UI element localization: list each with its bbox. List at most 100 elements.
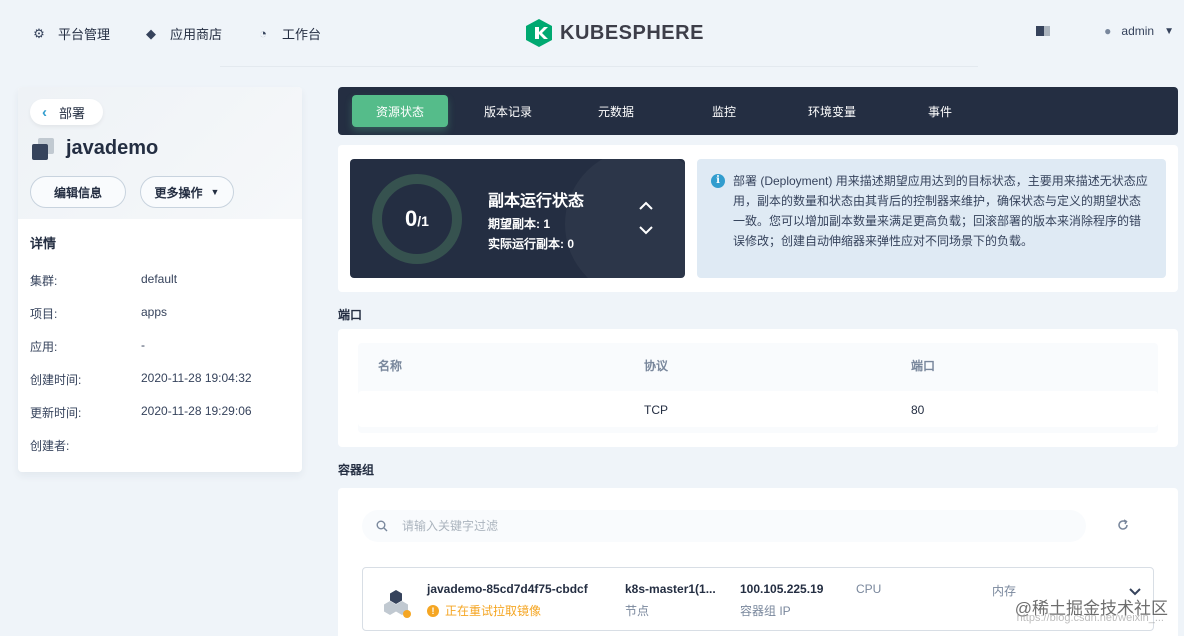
table-row: TCP 80 <box>358 391 1158 427</box>
pod-search-bar <box>362 510 1086 542</box>
user-menu[interactable]: ● admin ▼ <box>1104 24 1174 38</box>
detail-key: 创建者: <box>30 439 70 453</box>
detail-value: 2020-11-28 19:04:32 <box>141 371 252 385</box>
resource-name: javademo <box>66 137 159 159</box>
pod-icon <box>384 590 411 618</box>
detail-key: 创建时间: <box>30 373 82 387</box>
back-button-label: 部署 <box>59 105 86 121</box>
pod-status: ! 正在重试拉取镜像 <box>427 602 541 619</box>
back-button[interactable]: ‹ 部署 <box>30 99 104 125</box>
deployment-info-box: i 部署 (Deployment) 用来描述期望应用达到的目标状态，主要用来描述… <box>697 159 1166 278</box>
pod-node-label: 节点 <box>625 604 650 618</box>
detail-row-cluster: 集群: default <box>30 272 177 289</box>
detail-value[interactable]: apps <box>141 305 167 322</box>
pod-ip: 100.105.225.19 容器组 IP <box>740 582 823 619</box>
replica-ring: 0 /1 <box>372 174 462 264</box>
detail-value: - <box>141 338 145 352</box>
detail-value: default <box>141 272 178 286</box>
tab-events[interactable]: 事件 <box>892 95 988 127</box>
warning-icon: ! <box>427 604 439 617</box>
nav-platform-management[interactable]: ⚙ 平台管理 <box>32 24 110 43</box>
deployment-icon <box>32 137 54 160</box>
ports-header-port: 端口 <box>911 359 936 373</box>
edit-info-label: 编辑信息 <box>53 185 102 200</box>
ports-table: 名称 协议 端口 TCP 80 <box>358 343 1158 433</box>
ports-header-protocol: 协议 <box>644 359 669 373</box>
replica-title: 副本运行状态 <box>488 193 585 210</box>
refresh-icon[interactable] <box>1116 518 1130 532</box>
pod-search-input[interactable] <box>402 519 1002 533</box>
replica-status-panel: 0 /1 副本运行状态 期望副本: 1 实际运行副本: 0 <box>350 159 685 278</box>
port-number: 80 <box>911 403 925 417</box>
details-title: 详情 <box>30 236 57 251</box>
more-actions-button[interactable]: 更多操作 ▼ <box>140 176 234 208</box>
header-divider <box>220 66 978 67</box>
decor-circle <box>565 159 685 278</box>
port-protocol: TCP <box>644 403 668 417</box>
chevron-up-icon[interactable] <box>638 201 654 211</box>
tab-revision-history[interactable]: 版本记录 <box>460 95 556 127</box>
watermark-url: https://blog.csdn.net/weixin_... <box>1016 612 1164 624</box>
tab-resource-status[interactable]: 资源状态 <box>352 95 448 127</box>
nav-platform-management-label: 平台管理 <box>58 27 111 42</box>
more-actions-label: 更多操作 <box>154 185 203 200</box>
pod-name[interactable]: javademo-85cd7d4f75-cbdcf <box>427 582 588 596</box>
kubesphere-logo-icon <box>526 19 552 47</box>
deployment-info-text: 部署 (Deployment) 用来描述期望应用达到的目标状态，主要用来描述无状… <box>733 174 1148 248</box>
gear-icon: ⚙ <box>33 25 45 41</box>
search-icon <box>376 520 388 532</box>
detail-value: 2020-11-28 19:29:06 <box>141 404 252 418</box>
detail-tabs: 资源状态 版本记录 元数据 监控 环境变量 事件 <box>338 87 1178 135</box>
pod-memory: 内存 <box>992 582 1016 599</box>
nav-workbench-label: 工作台 <box>282 27 322 42</box>
tab-environment-variables[interactable]: 环境变量 <box>784 95 880 127</box>
detail-key: 应用: <box>30 340 58 354</box>
edit-info-button[interactable]: 编辑信息 <box>30 176 126 208</box>
pod-ip-label: 容器组 IP <box>740 604 791 618</box>
caret-down-icon: ▼ <box>210 187 220 197</box>
nav-app-store[interactable]: ◆ 应用商店 <box>144 24 222 43</box>
pods-section-title: 容器组 <box>338 463 375 477</box>
pod-cpu-label: CPU <box>856 582 882 596</box>
nav-workbench[interactable]: ◔ 工作台 <box>256 24 321 43</box>
ports-card: 名称 协议 端口 TCP 80 <box>338 329 1178 447</box>
kubesphere-logo[interactable]: KUBESPHERE <box>526 19 704 47</box>
pod-memory-label: 内存 <box>992 584 1017 598</box>
info-icon: i <box>711 174 725 188</box>
replica-current: 0 <box>405 206 418 231</box>
pod-cpu: CPU <box>856 582 881 596</box>
detail-key: 集群: <box>30 274 58 288</box>
tab-metadata[interactable]: 元数据 <box>568 95 664 127</box>
header-tools: ● admin ▼ <box>1036 24 1174 38</box>
detail-row-created: 创建时间: 2020-11-28 19:04:32 <box>30 371 252 388</box>
detail-row-updated: 更新时间: 2020-11-28 19:29:06 <box>30 404 252 421</box>
resource-detail-panel: ‹ 部署 javademo 编辑信息 更多操作 ▼ 详情 集群: default… <box>18 87 302 472</box>
caret-down-icon: ▼ <box>1164 25 1174 37</box>
layers-icon: ◆ <box>146 25 156 41</box>
logo-text: KUBESPHERE <box>560 21 704 44</box>
user-icon: ● <box>1104 24 1112 38</box>
tab-monitoring[interactable]: 监控 <box>676 95 772 127</box>
actual-replicas: 实际运行副本: 0 <box>488 237 575 251</box>
status-card: 0 /1 副本运行状态 期望副本: 1 实际运行副本: 0 i 部署 (Depl… <box>338 145 1178 292</box>
resource-title: javademo <box>32 137 158 160</box>
pod-status-text: 正在重试拉取镜像 <box>445 604 542 618</box>
user-name: admin <box>1121 24 1155 38</box>
pod-ip-value: 100.105.225.19 <box>740 582 824 596</box>
ports-section-title: 端口 <box>338 308 363 322</box>
desired-replicas: 期望副本: 1 <box>488 217 551 231</box>
pod-node: k8s-master1(1... 节点 <box>625 582 716 619</box>
chevron-down-icon[interactable] <box>638 225 654 235</box>
detail-key: 更新时间: <box>30 406 82 420</box>
top-navbar: ⚙ 平台管理 ◆ 应用商店 ◔ 工作台 KUBESPHERE ● admin ▼ <box>0 0 1184 66</box>
ports-header-name: 名称 <box>378 359 403 373</box>
detail-row-app: 应用: - <box>30 338 145 355</box>
chevron-left-icon: ‹ <box>42 103 47 121</box>
pod-node-value[interactable]: k8s-master1(1... <box>625 582 716 596</box>
toolbox-icon[interactable] <box>1036 26 1051 36</box>
panel-header: ‹ 部署 javademo 编辑信息 更多操作 ▼ <box>18 87 302 219</box>
detail-row-creator: 创建者: <box>30 437 141 454</box>
replica-desired: /1 <box>417 213 429 229</box>
nav-app-store-label: 应用商店 <box>170 27 223 42</box>
detail-key: 项目: <box>30 307 58 321</box>
